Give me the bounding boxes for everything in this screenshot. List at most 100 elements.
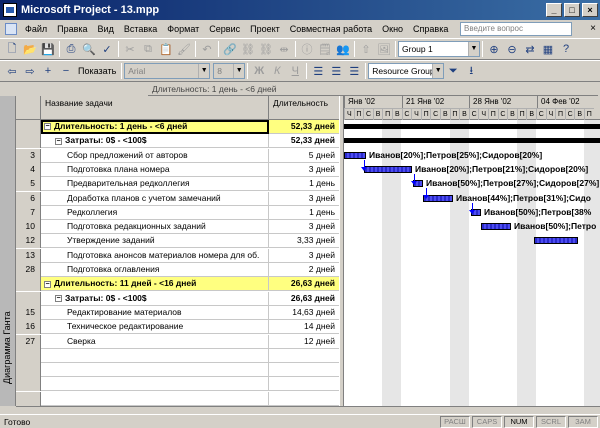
duration-cell[interactable]: 52,33 дней xyxy=(269,120,339,134)
task-bar[interactable] xyxy=(534,237,578,245)
link-tasks-icon[interactable]: ⛓ xyxy=(239,40,257,58)
duration-cell[interactable]: 3 дней xyxy=(269,220,339,234)
duration-cell[interactable] xyxy=(269,377,339,391)
row-id[interactable] xyxy=(16,348,41,363)
task-name-cell[interactable] xyxy=(41,363,269,378)
row-id[interactable]: 27 xyxy=(16,334,41,349)
new-icon[interactable]: 🗋 xyxy=(3,40,21,58)
close-button[interactable]: × xyxy=(582,3,598,17)
collapse-icon[interactable]: − xyxy=(55,294,62,302)
split-task-icon[interactable]: ⇹ xyxy=(275,40,293,58)
task-name-cell[interactable]: Подготовка плана номера xyxy=(41,162,269,177)
chevron-down-icon[interactable]: ▼ xyxy=(432,64,444,78)
help-search-input[interactable]: Введите вопрос xyxy=(460,22,572,36)
menu-view[interactable]: Вид xyxy=(93,24,119,34)
undo-icon[interactable]: ↶ xyxy=(198,40,216,58)
zoom-in-icon[interactable]: ⊕ xyxy=(485,40,503,58)
task-name-cell[interactable]: Техническое редактирование xyxy=(41,320,269,335)
row-id[interactable]: 15 xyxy=(16,305,41,320)
task-name-cell[interactable]: − Затраты: 0$ - <100$ xyxy=(41,291,269,306)
plus-icon[interactable]: + xyxy=(39,62,57,80)
menu-file[interactable]: Файл xyxy=(20,24,52,34)
duration-cell[interactable] xyxy=(269,349,339,363)
table-row[interactable]: 13 Подготовка анонсов материалов номера д… xyxy=(16,248,339,263)
row-id[interactable] xyxy=(16,391,41,406)
duration-cell[interactable]: 26,63 дней xyxy=(269,292,339,306)
collapse-icon[interactable]: − xyxy=(44,123,51,131)
duration-cell[interactable]: 1 день xyxy=(269,177,339,191)
bold-button[interactable]: Ж xyxy=(250,62,268,80)
spelling-icon[interactable]: ✓ xyxy=(98,40,116,58)
duration-cell[interactable]: 12 дней xyxy=(269,335,339,349)
row-id[interactable]: 10 xyxy=(16,220,41,235)
copy-picture-icon[interactable]: 🖼 xyxy=(375,40,393,58)
duration-cell[interactable]: 14,63 дней xyxy=(269,306,339,320)
task-info-icon[interactable]: ⓘ xyxy=(298,40,316,58)
task-bar[interactable] xyxy=(344,151,366,159)
filter-combo[interactable]: Resource Group... ▼ xyxy=(368,63,445,79)
arrow-left-icon[interactable]: ⇦ xyxy=(3,62,21,80)
menu-collaborate[interactable]: Совместная работа xyxy=(285,24,377,34)
group-row[interactable]: − Длительность: 11 дней - <16 дней 26,63 д… xyxy=(16,277,339,292)
menu-format[interactable]: Формат xyxy=(162,24,204,34)
row-id[interactable]: 6 xyxy=(16,191,41,206)
menu-help[interactable]: Справка xyxy=(408,24,453,34)
copy-icon[interactable]: ⧉ xyxy=(139,40,157,58)
task-name-cell[interactable]: − Длительность: 11 дней - <16 дней xyxy=(41,277,269,292)
table-row[interactable]: 12 Утверждение заданий 3,33 дней xyxy=(16,234,339,249)
select-all-corner[interactable] xyxy=(16,96,41,120)
menu-edit[interactable]: Правка xyxy=(52,24,92,34)
task-name-cell[interactable]: Подготовка анонсов материалов номера для… xyxy=(41,248,269,263)
menu-tools[interactable]: Сервис xyxy=(204,24,245,34)
task-name-cell[interactable]: Редколлегия xyxy=(41,205,269,220)
duration-cell[interactable]: 3 дней xyxy=(269,192,339,206)
table-row[interactable] xyxy=(16,348,339,363)
entry-field[interactable]: Длительность: 1 день - <6 дней xyxy=(148,82,598,96)
task-name-cell[interactable]: Подготовка оглавления xyxy=(41,263,269,277)
align-center-icon[interactable]: ☰ xyxy=(327,62,345,80)
duration-cell[interactable]: 14 дней xyxy=(269,320,339,334)
task-bar[interactable] xyxy=(364,165,412,173)
duration-cell[interactable] xyxy=(269,392,339,406)
chevron-down-icon[interactable]: ▼ xyxy=(198,64,210,78)
task-name-cell[interactable]: Доработка планов с учетом замечаний xyxy=(41,191,269,206)
row-id[interactable]: 28 xyxy=(16,263,41,277)
row-id[interactable]: 5 xyxy=(16,177,41,192)
duration-cell[interactable]: 3 дней xyxy=(269,163,339,177)
gantt-wizard-icon[interactable]: ⭳ xyxy=(462,62,480,80)
table-row[interactable]: 10 Подготовка редакционных заданий 3 дней xyxy=(16,220,339,235)
save-icon[interactable]: 💾 xyxy=(39,40,57,58)
task-name-cell[interactable]: Предварительная редколлегия xyxy=(41,177,269,192)
row-id[interactable] xyxy=(16,134,41,149)
column-header-duration[interactable]: Длительность xyxy=(269,96,339,120)
menu-insert[interactable]: Вставка xyxy=(119,24,162,34)
document-icon[interactable] xyxy=(5,23,17,35)
minimize-button[interactable]: _ xyxy=(546,3,562,17)
duration-cell[interactable]: 52,33 дней xyxy=(269,134,339,148)
table-row[interactable]: 5 Предварительная редколлегия 1 день xyxy=(16,177,339,192)
align-left-icon[interactable]: ☰ xyxy=(309,62,327,80)
table-row[interactable] xyxy=(16,377,339,392)
copy-picture-wizard-icon[interactable]: ▦ xyxy=(539,40,557,58)
row-id[interactable] xyxy=(16,377,41,392)
duration-cell[interactable]: 5 дней xyxy=(269,149,339,163)
maximize-button[interactable]: □ xyxy=(564,3,580,17)
print-icon[interactable]: ⎙ xyxy=(62,40,80,58)
task-name-cell[interactable]: Подготовка редакционных заданий xyxy=(41,220,269,235)
chevron-down-icon[interactable]: ▼ xyxy=(233,64,245,78)
italic-button[interactable]: К xyxy=(268,62,286,80)
font-size-combo[interactable]: 8 ▼ xyxy=(213,63,246,79)
column-header-name[interactable]: Название задачи xyxy=(41,96,269,120)
duration-cell[interactable]: 3,33 дней xyxy=(269,234,339,248)
row-id[interactable]: 7 xyxy=(16,205,41,220)
table-row[interactable]: 6 Доработка планов с учетом замечаний 3 дн… xyxy=(16,191,339,206)
row-id[interactable] xyxy=(16,363,41,378)
table-row[interactable]: 4 Подготовка плана номера 3 дней xyxy=(16,162,339,177)
format-painter-icon[interactable]: 🖌 xyxy=(175,40,193,58)
task-name-cell[interactable]: Утверждение заданий xyxy=(41,234,269,249)
group-combo[interactable]: Group 1 ▼ xyxy=(398,41,480,57)
horizontal-scrollbar[interactable] xyxy=(16,406,600,414)
zoom-out-icon[interactable]: ⊖ xyxy=(503,40,521,58)
table-row[interactable]: 27 Сверка 12 дней xyxy=(16,334,339,349)
menu-project[interactable]: Проект xyxy=(245,24,285,34)
